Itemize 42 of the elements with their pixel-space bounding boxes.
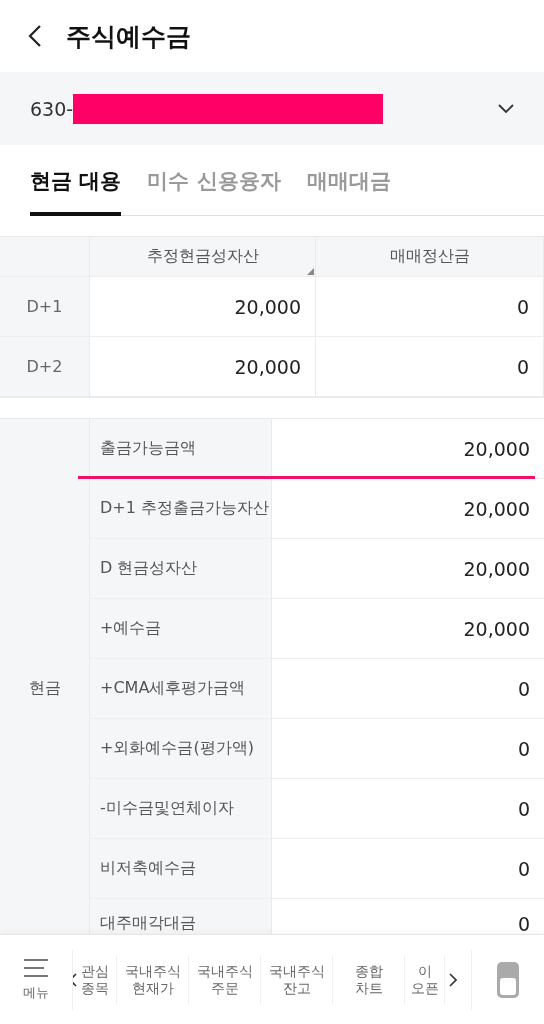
row-label: 출금가능금액	[100, 438, 196, 459]
column-header: 매매정산금	[389, 246, 470, 267]
row-label: +예수금	[100, 618, 162, 639]
table-cell: 20,000	[234, 295, 301, 318]
row-label: D+1	[26, 297, 63, 316]
table-cell: 20,000	[463, 437, 530, 460]
nav-shortcut[interactable]: 이 오픈	[405, 955, 445, 1004]
table-cell: 0	[517, 737, 530, 760]
row-label: -미수금및연체이자	[100, 798, 234, 819]
table-cell: 0	[517, 797, 530, 820]
menu-button[interactable]: 메뉴	[0, 957, 72, 1002]
group-label: 현금	[28, 678, 61, 699]
column-header: 추정현금성자산	[146, 246, 259, 267]
back-icon[interactable]	[28, 24, 42, 48]
page-title: 주식예수금	[66, 20, 191, 53]
nav-shortcut[interactable]: 국내주식 주문	[189, 955, 261, 1004]
row-label: 비저축예수금	[100, 858, 196, 879]
nav-shortcut[interactable]: 국내주식 현재가	[117, 955, 189, 1004]
account-number[interactable]: 630-	[30, 97, 74, 120]
table-cell: 0	[517, 677, 530, 700]
row-label: 대주매각대금	[100, 913, 196, 934]
table-cell: 0	[517, 857, 530, 880]
table-cell: 0	[516, 355, 529, 378]
table-cell: 20,000	[234, 355, 301, 378]
menu-icon	[24, 957, 48, 978]
row-label: +외화예수금(평가액)	[100, 738, 254, 759]
table-cell: 20,000	[463, 617, 530, 640]
nav-shortcut[interactable]: 관심 종목	[73, 955, 117, 1004]
table-cell: 20,000	[463, 557, 530, 580]
corner-triangle-icon	[307, 268, 314, 275]
tab[interactable]: 현금 대용	[30, 150, 122, 216]
scroll-right-icon[interactable]	[449, 972, 457, 987]
row-label: D+1 추정출금가능자산	[100, 498, 269, 519]
dropdown-chevron-icon[interactable]	[498, 103, 514, 114]
row-label: D+2	[26, 357, 63, 376]
row-label: +CMA세후평가금액	[100, 678, 246, 699]
nav-shortcut[interactable]: 종합 차트	[333, 955, 405, 1004]
nav-shortcut[interactable]: 국내주식 잔고	[261, 955, 333, 1004]
table-cell: 0	[517, 913, 530, 934]
table-cell: 0	[516, 295, 529, 318]
row-label: D 현금성자산	[100, 558, 198, 579]
table-cell: 20,000	[463, 497, 530, 520]
